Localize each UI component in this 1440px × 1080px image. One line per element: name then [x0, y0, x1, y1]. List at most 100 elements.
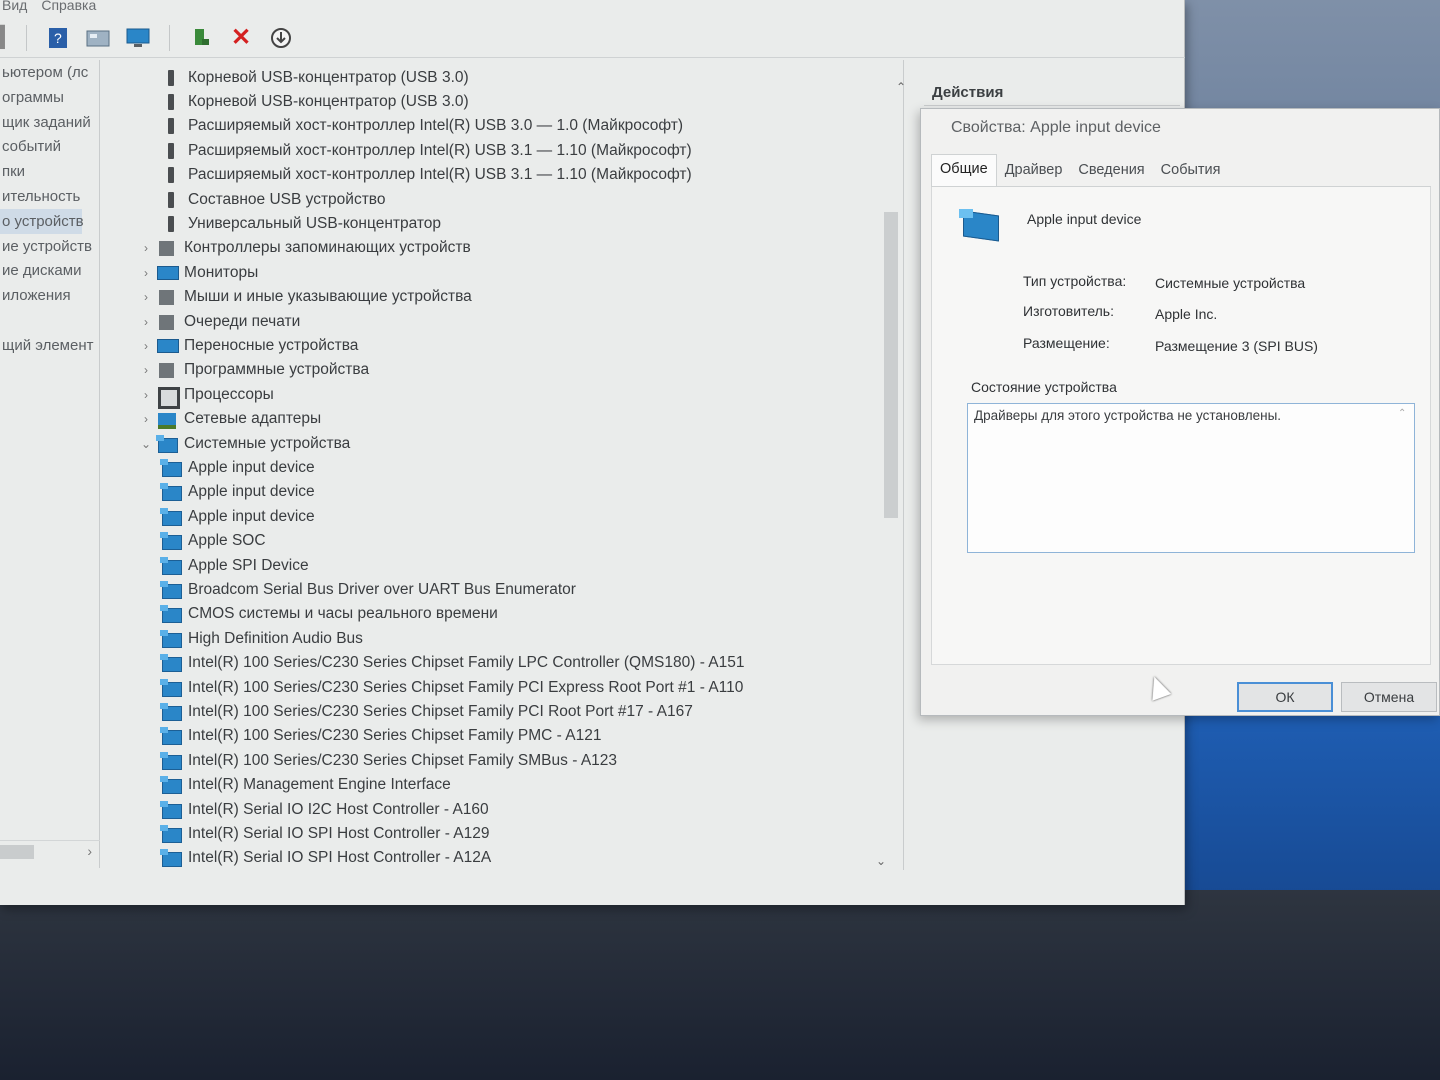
expand-chevron-icon[interactable]: › [138, 412, 154, 426]
expand-chevron-icon[interactable]: › [138, 241, 154, 255]
scroll-right-icon[interactable]: › [87, 843, 92, 859]
system-device-icon [160, 507, 182, 526]
expand-chevron-icon[interactable]: ⌄ [138, 437, 154, 451]
monitor-icon[interactable] [123, 24, 153, 52]
tab-general[interactable]: Общие [931, 154, 997, 186]
left-nav-item[interactable]: пки [0, 159, 99, 184]
tree-item-label: Очереди печати [184, 312, 301, 330]
dialog-tabs: Общие Драйвер Сведения События [931, 154, 1431, 187]
system-device-icon [160, 751, 182, 770]
system-device-icon [160, 580, 182, 599]
tree-device-item[interactable]: Intel(R) 100 Series/C230 Series Chipset … [160, 725, 602, 748]
tab-driver[interactable]: Драйвер [997, 156, 1071, 186]
tree-device-item[interactable]: Intel(R) 100 Series/C230 Series Chipset … [160, 652, 745, 675]
tree-device-item[interactable]: Apple SPI Device [160, 554, 309, 577]
status-scrollbar[interactable]: ⌃ [1398, 408, 1412, 548]
left-nav-item[interactable]: ительность [0, 184, 99, 209]
tree-item-label: Intel(R) 100 Series/C230 Series Chipset … [188, 654, 745, 672]
tree-category[interactable]: › Контроллеры запоминающих устройств [138, 237, 471, 260]
tree-device-item[interactable]: Intel(R) Serial IO SPI Host Controller -… [160, 822, 490, 845]
ok-button[interactable]: ОК [1237, 682, 1333, 712]
tree-category[interactable]: › Мыши и иные указывающие устройства [138, 286, 472, 309]
tree-device-item[interactable]: Apple SOC [160, 530, 266, 553]
tree-category[interactable]: ⌄ Системные устройства [138, 432, 350, 455]
device-tree-scrollbar[interactable]: ⌃ ⌄ [876, 76, 906, 871]
tree-category[interactable]: › Мониторы [138, 261, 258, 284]
expand-chevron-icon[interactable]: › [138, 315, 154, 329]
device-name: Apple input device [1027, 211, 1142, 227]
left-nav-item[interactable]: ие дисками [0, 258, 99, 283]
tree-category[interactable]: › Программные устройства [138, 359, 369, 382]
tree-device-item[interactable]: Расширяемый хост-контроллер Intel(R) USB… [160, 164, 692, 187]
tree-device-item[interactable]: Расширяемый хост-контроллер Intel(R) USB… [160, 115, 683, 138]
device-type-value: Системные устройства [1155, 275, 1306, 291]
left-horizontal-scrollbar[interactable]: › [0, 840, 100, 862]
system-device-icon [957, 209, 999, 239]
system-device-icon [160, 702, 182, 721]
uninstall-icon[interactable]: ✕ [226, 24, 256, 52]
tree-device-item[interactable]: Intel(R) 100 Series/C230 Series Chipset … [160, 749, 617, 772]
menu-help[interactable]: Справка [41, 0, 96, 16]
location-label: Размещение: [1023, 335, 1110, 351]
tree-device-item[interactable]: Apple input device [160, 481, 315, 504]
tree-item-label: Процессоры [184, 385, 274, 403]
manufacturer-value: Apple Inc. [1155, 306, 1218, 322]
system-device-icon [160, 483, 182, 502]
device-tree: Корневой USB-концентратор (USB 3.0) Корне… [108, 60, 904, 870]
tree-item-label: Сетевые адаптеры [184, 410, 322, 428]
svg-text:?: ? [54, 30, 62, 46]
expand-chevron-icon[interactable]: › [138, 266, 154, 280]
desktop-background-bottom [0, 890, 1440, 1080]
properties-icon[interactable] [83, 24, 113, 52]
left-nav-item[interactable]: ограммы [0, 85, 99, 110]
tree-device-item[interactable]: High Definition Audio Bus [160, 627, 363, 650]
tree-device-item[interactable]: Broadcom Serial Bus Driver over UART Bus… [160, 578, 576, 601]
tree-device-item[interactable]: CMOS системы и часы реального времени [160, 603, 498, 626]
enable-device-icon[interactable] [186, 24, 216, 52]
left-nav-item[interactable] [0, 308, 99, 333]
tree-category[interactable]: › Процессоры [138, 383, 274, 409]
tree-device-item[interactable]: Intel(R) 100 Series/C230 Series Chipset … [160, 676, 743, 699]
tree-device-item[interactable]: Intel(R) Serial IO I2C Host Controller -… [160, 798, 489, 821]
expand-chevron-icon[interactable]: › [138, 290, 154, 304]
tree-device-item[interactable]: Корневой USB-концентратор (USB 3.0) [160, 90, 469, 113]
scroll-up-icon[interactable]: ⌃ [896, 80, 906, 94]
tree-device-item[interactable]: Apple input device [160, 456, 315, 479]
left-nav-item[interactable]: ьютером (лс [0, 60, 99, 85]
tree-category[interactable]: › Переносные устройства [138, 334, 358, 357]
update-driver-icon[interactable] [266, 24, 296, 52]
left-nav-item[interactable]: щий элемент [0, 333, 99, 358]
menu-view[interactable]: Вид [2, 0, 27, 16]
scroll-thumb[interactable] [884, 212, 898, 518]
tree-device-item[interactable]: Intel(R) 100 Series/C230 Series Chipset … [160, 700, 693, 723]
expand-chevron-icon[interactable]: › [138, 363, 154, 377]
left-nav-item[interactable]: щик заданий [0, 110, 99, 135]
tab-events[interactable]: События [1153, 156, 1229, 186]
menu-bar: Вид Справка [0, 0, 1185, 16]
tree-device-item[interactable]: Intel(R) Management Engine Interface [160, 774, 451, 797]
expand-chevron-icon[interactable]: › [138, 339, 154, 353]
left-nav-item[interactable]: о устройств [0, 208, 84, 234]
tree-device-item[interactable]: Составное USB устройство [160, 188, 385, 211]
help-icon[interactable]: ? [43, 24, 73, 52]
tree-device-item[interactable]: Apple input device [160, 505, 315, 528]
tree-category[interactable]: › Сетевые адаптеры [138, 408, 321, 431]
left-nav-item[interactable]: событий [0, 134, 99, 159]
tree-device-item[interactable]: Универсальный USB-концентратор [160, 212, 441, 235]
tab-details[interactable]: Сведения [1070, 156, 1152, 186]
system-device-icon [160, 654, 182, 673]
tree-device-item[interactable]: Intel(R) Serial IO SPI Host Controller -… [160, 847, 491, 870]
tree-item-label: Составное USB устройство [188, 190, 386, 208]
back-icon[interactable]: ▌ [0, 24, 12, 52]
cancel-button[interactable]: Отмена [1341, 682, 1437, 712]
tree-device-item[interactable]: Корневой USB-концентратор (USB 3.0) [160, 66, 469, 89]
tree-category[interactable]: › Очереди печати [138, 310, 300, 333]
left-nav-item[interactable]: ие устройств [0, 234, 99, 259]
scroll-thumb[interactable] [0, 845, 34, 859]
left-nav-item[interactable]: иложения [0, 283, 99, 308]
device-status-textbox[interactable]: Драйверы для этого устройства не установ… [967, 403, 1415, 553]
scroll-down-icon[interactable]: ⌄ [876, 854, 886, 868]
expand-chevron-icon[interactable]: › [138, 388, 154, 402]
tree-device-item[interactable]: Расширяемый хост-контроллер Intel(R) USB… [160, 139, 692, 162]
tree-item-label: Apple SPI Device [188, 556, 309, 574]
